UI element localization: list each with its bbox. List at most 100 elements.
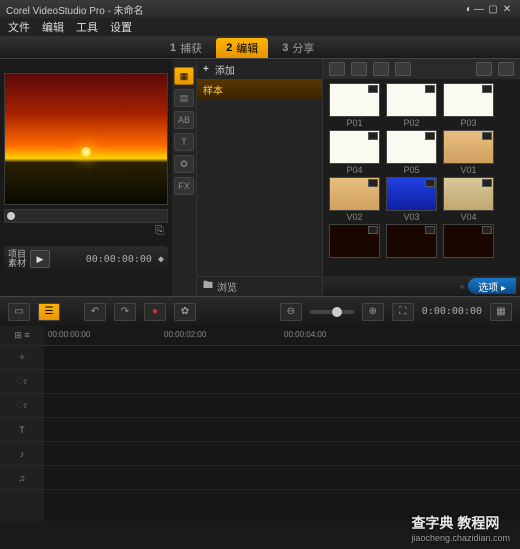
timeline-view-button[interactable]: ☰: [38, 303, 60, 321]
tool-extra-icon[interactable]: ✿: [174, 303, 196, 321]
menu-settings[interactable]: 设置: [110, 19, 132, 35]
tab-transition-icon[interactable]: ▤: [174, 89, 194, 107]
timeline-body[interactable]: 00:00:00:00 00:00:02:00 00:00:04:00: [44, 326, 520, 521]
thumb-label: P05: [386, 165, 437, 175]
clapper-icon: [368, 226, 378, 234]
clapper-icon: [482, 226, 492, 234]
preview-panel: ⎘ 项目 素材 ▶ 00:00:00:00 ◆: [0, 59, 172, 296]
track-row[interactable]: [44, 370, 520, 394]
fit-button[interactable]: ⛶: [392, 303, 414, 321]
step-capture[interactable]: 1捕获: [160, 38, 212, 58]
library-thumb[interactable]: P03: [443, 83, 494, 128]
thumb-label: P04: [329, 165, 380, 175]
preview-viewport[interactable]: [4, 73, 168, 205]
add-folder-button[interactable]: +添加: [197, 59, 322, 79]
undo-button[interactable]: ↶: [84, 303, 106, 321]
folder-sample[interactable]: 样本: [197, 79, 322, 99]
library-thumb[interactable]: P01: [329, 83, 380, 128]
timeline-panel: ⊞ ≡ ✧ ೕ ೕ T ♪ ♫ 00:00:00:00 00:00:02:00 …: [0, 326, 520, 521]
tab-filter-icon[interactable]: ✪: [174, 155, 194, 173]
watermark: 查字典 教程网 jiaocheng.chazidian.com: [411, 513, 510, 543]
library-thumb[interactable]: P05: [386, 130, 437, 175]
options-button[interactable]: 选项 ▸: [468, 278, 516, 294]
play-button[interactable]: ▶: [30, 250, 50, 268]
tab-fx-icon[interactable]: FX: [174, 177, 194, 195]
thumb-label: V02: [329, 212, 380, 222]
step-tabs: 1捕获 2编辑 3分享: [0, 36, 520, 58]
menu-file[interactable]: 文件: [8, 19, 30, 35]
zoom-in-button[interactable]: ⊕: [362, 303, 384, 321]
clapper-icon: [425, 132, 435, 140]
clapper-icon: [482, 132, 492, 140]
app-title: Corel VideoStudio Pro - 未命名: [6, 2, 144, 17]
preview-timecode: 00:00:00:00 ◆: [54, 254, 164, 265]
thumb-label: V04: [443, 212, 494, 222]
step-edit[interactable]: 2编辑: [216, 38, 268, 58]
thumb-label: V03: [386, 212, 437, 222]
clapper-icon: [425, 226, 435, 234]
library-thumb[interactable]: [329, 224, 380, 259]
library-thumb[interactable]: V03: [386, 177, 437, 222]
title-bar: Corel VideoStudio Pro - 未命名 ◐ — ▢ ✕: [0, 0, 520, 18]
library-thumb[interactable]: P02: [386, 83, 437, 128]
zoom-out-button[interactable]: ⊖: [280, 303, 302, 321]
track-row[interactable]: [44, 442, 520, 466]
track-music[interactable]: ♫: [0, 466, 44, 490]
track-overlay1[interactable]: ೕ: [0, 370, 44, 394]
thumbnail-grid: P01 P02P03 P04 P05 V01 V02 V03 V04: [323, 79, 520, 276]
track-headers: ⊞ ≡ ✧ ೕ ೕ T ♪ ♫: [0, 326, 44, 521]
menu-edit[interactable]: 编辑: [42, 19, 64, 35]
thumb-label: P01: [329, 118, 380, 128]
step-share[interactable]: 3分享: [272, 38, 324, 58]
redo-button[interactable]: ↷: [114, 303, 136, 321]
clapper-icon: [482, 85, 492, 93]
clapper-icon: [368, 132, 378, 140]
minimize-icon[interactable]: —: [472, 4, 486, 15]
clapper-icon: [368, 179, 378, 187]
library-toolbar: [323, 59, 520, 79]
time-ruler[interactable]: 00:00:00:00 00:00:02:00 00:00:04:00: [44, 326, 520, 346]
menu-tools[interactable]: 工具: [76, 19, 98, 35]
track-row[interactable]: [44, 466, 520, 490]
scrub-bar[interactable]: [4, 209, 168, 223]
tab-media-icon[interactable]: ▦: [174, 67, 194, 85]
track-video[interactable]: ✧: [0, 346, 44, 370]
track-overlay2[interactable]: ೕ: [0, 394, 44, 418]
tab-title-icon[interactable]: AB: [174, 111, 194, 129]
track-toggle-icon[interactable]: ⊞ ≡: [0, 326, 44, 346]
library-thumb[interactable]: V01: [443, 130, 494, 175]
lib-audio-icon[interactable]: [395, 62, 411, 76]
tab-graphic-icon[interactable]: T: [174, 133, 194, 151]
collapse-icon[interactable]: «: [456, 281, 468, 291]
folder-panel: +添加 样本 🖿浏览: [196, 59, 322, 296]
library-thumb[interactable]: V02: [329, 177, 380, 222]
browse-button[interactable]: 🖿浏览: [197, 276, 322, 296]
track-row[interactable]: [44, 418, 520, 442]
clapper-icon: [482, 179, 492, 187]
zoom-slider[interactable]: [310, 310, 354, 314]
close-icon[interactable]: ✕: [500, 4, 514, 15]
system-volume-icon[interactable]: ⎘: [155, 225, 164, 238]
lib-sort-icon[interactable]: [476, 62, 492, 76]
playback-controls: 项目 素材 ▶ 00:00:00:00 ◆: [4, 246, 168, 272]
library-thumb[interactable]: V04: [443, 177, 494, 222]
mode-clip-label[interactable]: 素材: [8, 259, 26, 268]
library-thumb[interactable]: [386, 224, 437, 259]
lib-photo-icon[interactable]: [373, 62, 389, 76]
library-thumb[interactable]: [443, 224, 494, 259]
storyboard-view-button[interactable]: ▭: [8, 303, 30, 321]
tool-record-icon[interactable]: ●: [144, 303, 166, 321]
lib-folder-icon[interactable]: [329, 62, 345, 76]
library-thumb[interactable]: P04: [329, 130, 380, 175]
maximize-icon[interactable]: ▢: [486, 4, 500, 15]
plus-icon: +: [203, 64, 209, 75]
track-title[interactable]: T: [0, 418, 44, 442]
track-voice[interactable]: ♪: [0, 442, 44, 466]
lib-view-icon[interactable]: [498, 62, 514, 76]
folder-icon: 🖿: [203, 278, 213, 295]
lib-video-icon[interactable]: [351, 62, 367, 76]
thumb-label: V01: [443, 165, 494, 175]
track-row[interactable]: [44, 394, 520, 418]
timeline-menu-icon[interactable]: ▦: [490, 303, 512, 321]
track-row[interactable]: [44, 346, 520, 370]
